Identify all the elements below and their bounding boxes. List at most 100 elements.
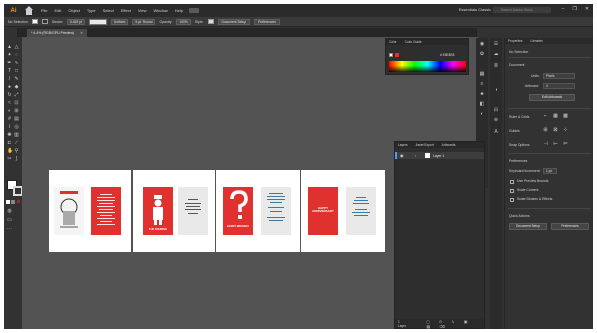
tab-libraries[interactable]: Libraries bbox=[531, 39, 543, 43]
hex-color-field[interactable]: # E8E8E8 bbox=[440, 53, 454, 57]
preferences-quick-button[interactable]: Preferences bbox=[551, 223, 589, 230]
opacity-field[interactable]: 100% bbox=[176, 18, 191, 25]
graphic-styles-icon[interactable]: ◧ bbox=[479, 102, 485, 107]
maximize-button[interactable]: ❐ bbox=[572, 6, 576, 12]
stroke-swatch[interactable] bbox=[41, 19, 48, 24]
color-mode-icon[interactable] bbox=[6, 200, 10, 204]
arrange-documents-button[interactable] bbox=[188, 8, 199, 13]
document-setup-quick-button[interactable]: Document Setup bbox=[509, 223, 547, 230]
appearance-icon[interactable]: ◐ bbox=[479, 112, 485, 117]
tab-properties[interactable]: Properties bbox=[508, 39, 523, 43]
artboard-tool-icon[interactable]: ⊏ bbox=[7, 141, 12, 146]
tab-color-guide[interactable]: Color Guide bbox=[405, 40, 422, 44]
color-guide-icon[interactable]: ✿ bbox=[479, 52, 485, 57]
menu-file[interactable]: File bbox=[41, 8, 47, 13]
pathfinder-icon[interactable]: ⊕ bbox=[493, 118, 499, 123]
menu-view[interactable]: View bbox=[138, 8, 147, 13]
slice-tool-icon[interactable]: ⟋ bbox=[14, 141, 19, 146]
lock-guides-icon[interactable]: ⊠ bbox=[553, 128, 558, 133]
menu-window[interactable]: Window bbox=[153, 8, 167, 13]
artboard-4[interactable]: HAPPY ANNIVERSARY bbox=[301, 170, 385, 252]
tab-artboards[interactable]: Artboards bbox=[442, 143, 456, 147]
minimize-button[interactable]: – bbox=[562, 6, 565, 12]
menu-effect[interactable]: Effect bbox=[121, 8, 131, 13]
color-spectrum[interactable] bbox=[389, 61, 466, 72]
none-mode-icon[interactable]: ⊘ bbox=[16, 200, 21, 205]
color-panel-icon[interactable]: ◉ bbox=[479, 42, 485, 47]
scale-strokes-checkbox[interactable] bbox=[510, 198, 514, 202]
tab-asset-export[interactable]: Asset Export bbox=[416, 143, 434, 147]
symbols-icon[interactable]: ♣ bbox=[479, 92, 485, 97]
stroke-weight-dropdown[interactable]: 0.425 pt bbox=[66, 18, 85, 25]
menu-object[interactable]: Object bbox=[68, 8, 80, 13]
rectangle-tool-icon[interactable]: □ bbox=[14, 69, 19, 74]
type-tool-icon[interactable]: T bbox=[7, 69, 12, 74]
layer-row[interactable]: ◉ › Layer 1 bbox=[395, 152, 484, 159]
pen-tool-icon[interactable]: ✒ bbox=[7, 61, 12, 66]
units-dropdown[interactable]: Pixels bbox=[543, 73, 575, 79]
rotate-tool-icon[interactable]: ↻ bbox=[7, 93, 12, 98]
artboard-dropdown[interactable]: 4 bbox=[543, 83, 575, 89]
tab-color[interactable]: Color bbox=[389, 40, 397, 44]
perspective-grid-icon[interactable]: ⊞ bbox=[14, 109, 19, 114]
brush-dropdown[interactable]: 5 pt. Round bbox=[132, 18, 156, 25]
properties-icon[interactable]: ☰ bbox=[493, 42, 499, 47]
snap-point-icon[interactable]: ⊣ bbox=[543, 142, 548, 147]
gradient-mode-icon[interactable] bbox=[11, 200, 15, 204]
artboard-1[interactable] bbox=[49, 170, 131, 252]
snap-pixel-icon[interactable]: ⊨ bbox=[563, 142, 568, 147]
mesh-tool-icon[interactable]: # bbox=[7, 117, 12, 122]
eyedropper-icon[interactable]: ⌇ bbox=[7, 125, 12, 130]
graph-tool-icon[interactable]: ▥ bbox=[14, 133, 19, 138]
libraries-icon[interactable]: ☁ bbox=[493, 52, 499, 57]
workspace-switcher[interactable]: Essentials Classic bbox=[459, 7, 491, 12]
line-tool-icon[interactable]: / bbox=[7, 77, 12, 82]
swatches-icon[interactable]: ▦ bbox=[479, 72, 485, 77]
shape-builder-icon[interactable]: ◐ bbox=[7, 109, 12, 114]
close-icon[interactable]: ✕ bbox=[80, 31, 83, 35]
show-guides-icon[interactable]: ⊞ bbox=[543, 128, 548, 133]
curvature-tool-icon[interactable]: ∿ bbox=[14, 61, 19, 66]
draw-mode-icon[interactable]: ◍ bbox=[7, 209, 12, 214]
symbol-sprayer-icon[interactable]: ✺ bbox=[7, 133, 12, 138]
tab-layers[interactable]: Layers bbox=[398, 143, 408, 147]
stroke-color-chip[interactable] bbox=[395, 53, 399, 57]
pencil-tool-icon[interactable]: ✎ bbox=[14, 77, 19, 82]
gradient-tool-icon[interactable]: ▤ bbox=[14, 117, 19, 122]
width-tool-icon[interactable]: ≈ bbox=[7, 101, 12, 106]
artboard-2[interactable]: THE SOURING bbox=[133, 170, 215, 252]
artboard-3[interactable]: HARRY MIRANDA bbox=[216, 170, 300, 252]
more-tools-icon[interactable]: ⋯ bbox=[7, 227, 12, 232]
hand-tool-icon[interactable]: ✋ bbox=[7, 149, 13, 154]
selection-tool-icon[interactable]: ▲ bbox=[7, 45, 12, 50]
keyboard-increment-field[interactable]: 1 px bbox=[543, 168, 557, 174]
character-icon[interactable]: A bbox=[493, 130, 499, 135]
fill-swatch[interactable] bbox=[31, 19, 38, 24]
magic-wand-icon[interactable]: ✦ bbox=[7, 53, 12, 58]
menu-type[interactable]: Type bbox=[87, 8, 96, 13]
menu-select[interactable]: Select bbox=[103, 8, 114, 13]
grid-icon[interactable]: ▦ bbox=[553, 114, 558, 119]
direct-selection-tool-icon[interactable]: △ bbox=[14, 45, 19, 50]
brushes-icon[interactable]: ≡ bbox=[479, 82, 485, 87]
knife-icon[interactable]: ⟆ bbox=[14, 157, 19, 162]
stroke-panel-icon[interactable]: ≣ bbox=[493, 64, 499, 69]
free-transform-icon[interactable]: ⊡ bbox=[14, 101, 19, 106]
scale-tool-icon[interactable]: ⤢ bbox=[14, 93, 19, 98]
layer-actions-icons[interactable]: ◻ ⊙ ↳ ▣ ▦ ⌫ bbox=[426, 319, 484, 329]
eye-icon[interactable]: ◉ bbox=[400, 153, 404, 158]
stock-search-input[interactable]: Search Adobe Stock bbox=[493, 7, 551, 13]
variable-width-dropdown[interactable]: Uniform bbox=[110, 18, 129, 25]
close-button[interactable]: ✕ bbox=[585, 6, 589, 12]
menu-edit[interactable]: Edit bbox=[54, 8, 61, 13]
snap-grid-icon[interactable]: ⊢ bbox=[553, 142, 558, 147]
screen-mode-icon[interactable]: ▭ bbox=[7, 218, 12, 223]
preferences-button[interactable]: Preferences bbox=[254, 18, 280, 25]
line-style-dropdown[interactable] bbox=[88, 18, 107, 25]
edit-artboards-button[interactable]: Edit Artboards bbox=[529, 94, 575, 101]
scale-corners-checkbox[interactable] bbox=[510, 189, 514, 193]
fill-stroke-widget[interactable] bbox=[7, 180, 23, 196]
fill-color-chip[interactable] bbox=[389, 53, 393, 57]
align-icon[interactable]: ⊟ bbox=[493, 108, 499, 113]
brush-tool-icon[interactable]: ♠ bbox=[7, 85, 12, 90]
